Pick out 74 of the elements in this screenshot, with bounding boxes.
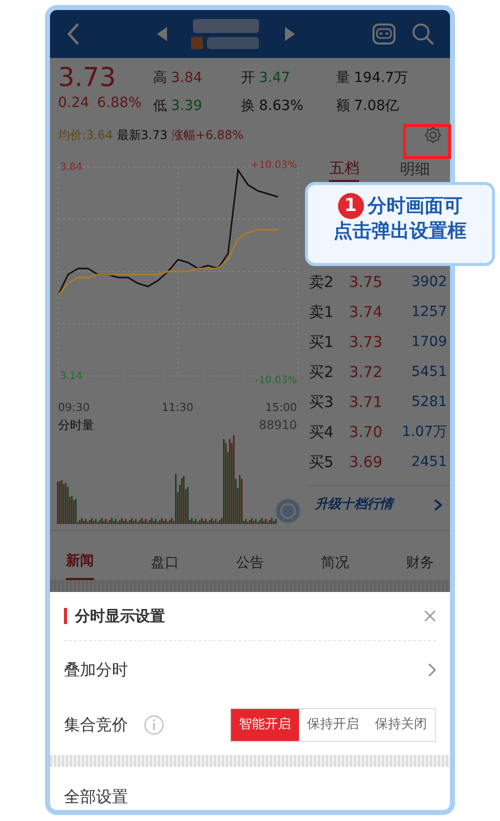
order-price: 3.75 [349, 272, 384, 293]
order-book-tab[interactable]: 明细 [400, 156, 430, 182]
time-label: 09:30 [58, 400, 90, 416]
order-label: 买4 [309, 422, 335, 443]
legend-text: 最新3.73 [116, 127, 168, 144]
stat-value: 3.39 [171, 97, 202, 116]
order-volume: 5281 [410, 392, 448, 412]
chevron-right-icon[interactable] [434, 498, 442, 511]
previous-arrow-icon[interactable] [157, 27, 167, 41]
robot-icon[interactable] [372, 23, 396, 45]
stat-value: 3.84 [171, 69, 202, 88]
time-label: 15:00 [265, 400, 297, 416]
legend-text: 均价:3.64 [58, 127, 113, 144]
callout-text: 分时画面可 [368, 194, 462, 218]
back-icon[interactable] [66, 22, 80, 46]
stat-label: 换 [241, 97, 255, 116]
highlight-frame [403, 124, 451, 159]
order-label: 买5 [309, 452, 335, 473]
blurred-title-drawing [191, 17, 261, 51]
stat-label: 高 [153, 69, 167, 88]
search-icon[interactable] [412, 23, 434, 45]
stat-value: 194.7万 [354, 69, 408, 88]
callout-text: 点击弹出设置框 [332, 219, 468, 244]
order-label: 卖2 [309, 272, 335, 293]
price-value: 3.73 [58, 64, 117, 93]
segment-option[interactable]: 智能开启 [231, 709, 299, 741]
order-label: 卖1 [309, 302, 335, 323]
axis-label: 3.84 [60, 160, 82, 174]
change-value: 0.24 [58, 94, 90, 113]
stat-value: 7.08亿 [354, 97, 400, 116]
next-arrow-icon[interactable] [285, 27, 295, 41]
order-label: 买1 [309, 332, 335, 353]
legend-text: 涨幅+6.88% [171, 127, 244, 144]
setting-label[interactable]: 叠加分时 [64, 658, 128, 682]
order-price: 3.73 [349, 332, 384, 353]
axis-label: 3.14 [60, 370, 82, 384]
tab[interactable]: 简况 [321, 545, 349, 580]
time-label: 11:30 [162, 400, 194, 416]
step-number: 1 [338, 193, 364, 219]
order-volume: 1709 [410, 332, 448, 352]
stat-value: 3.47 [259, 69, 290, 88]
settings-icon[interactable] [424, 126, 442, 144]
setting-label: 集合竞价 [64, 714, 128, 736]
axis-label: +10.03% [250, 159, 297, 173]
order-volume: 5451 [410, 362, 448, 382]
order-volume: 2451 [410, 452, 448, 472]
setting-label[interactable]: 全部设置 [64, 785, 128, 809]
volume-label: 分时量 [58, 417, 94, 434]
close-icon[interactable] [424, 610, 436, 622]
order-price: 3.70 [349, 422, 384, 443]
order-price: 3.71 [349, 392, 384, 413]
sheet-title: 分时显示设置 [64, 608, 165, 624]
chevron-right-icon[interactable] [428, 663, 436, 677]
order-price: 3.74 [349, 302, 384, 323]
info-icon[interactable] [144, 715, 164, 735]
order-price: 3.69 [349, 452, 384, 473]
order-volume: 1.07万 [401, 422, 448, 442]
stat-value: 8.63% [259, 97, 304, 116]
volume-max: 88910 [258, 417, 297, 434]
upgrade-link[interactable]: 升级十档行情 [309, 494, 399, 516]
tab[interactable]: 财务 [406, 545, 434, 580]
tab[interactable]: 盘口 [151, 545, 179, 580]
order-volume: 3902 [410, 272, 448, 292]
axis-label: -10.03% [255, 374, 297, 388]
stat-label: 低 [153, 97, 167, 116]
order-price: 3.72 [349, 362, 384, 383]
stat-label: 额 [336, 97, 350, 116]
stat-label: 开 [241, 69, 255, 88]
change-percent: 6.88% [97, 94, 142, 113]
stat-label: 量 [336, 69, 350, 88]
order-label: 买3 [309, 392, 335, 413]
order-volume: 1257 [410, 302, 448, 322]
tab[interactable]: 公告 [236, 545, 264, 580]
order-label: 买2 [309, 362, 335, 383]
